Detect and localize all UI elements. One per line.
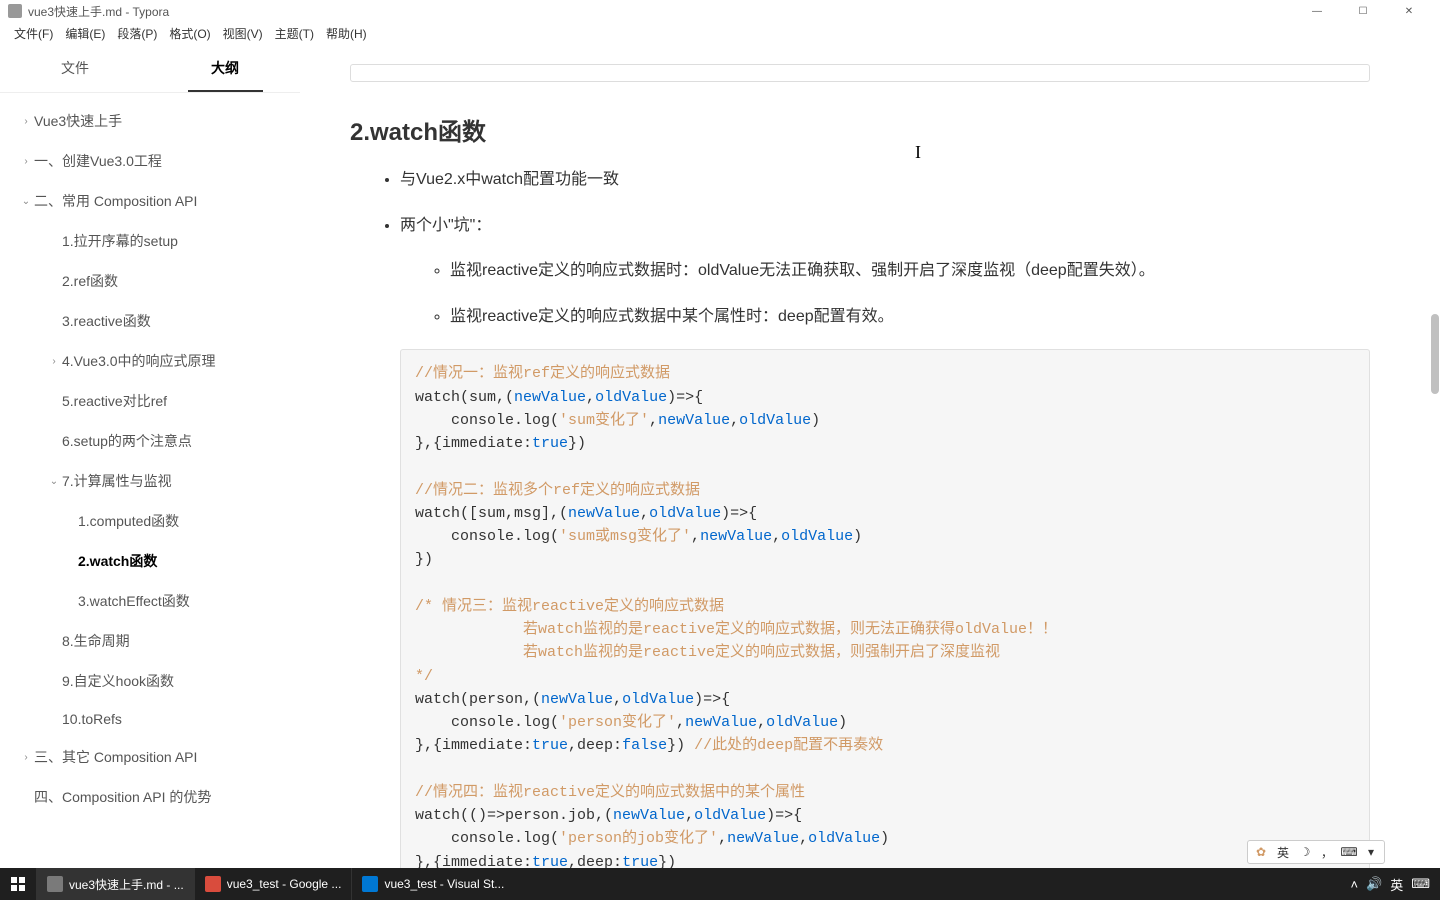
ime-keyboard-icon[interactable]: ⌨ [1340,843,1358,861]
start-button[interactable] [0,868,36,900]
tray-keyboard-icon[interactable]: ⌨ [1411,876,1430,892]
ime-lang[interactable]: 英 [1274,843,1292,861]
taskbar-item-label: vue3快速上手.md - ... [69,876,184,893]
ime-comma-icon[interactable]: ， [1318,843,1336,861]
outline-item[interactable]: 1.computed函数 [0,501,300,541]
outline-item[interactable]: ›三、其它 Composition API [0,737,300,777]
chevron-icon: ⌄ [20,196,32,207]
ime-moon-icon[interactable]: ☽ [1296,843,1314,861]
ime-toolbar[interactable]: ✿ 英 ☽ ， ⌨ ▾ [1247,840,1385,864]
menu-edit[interactable]: 编辑(E) [59,23,111,44]
app-icon [8,4,22,18]
outline-item[interactable]: 6.setup的两个注意点 [0,421,300,461]
outline-item[interactable]: 2.ref函数 [0,261,300,301]
titlebar: vue3快速上手.md - Typora — ☐ ✕ [0,0,1440,22]
chevron-icon: › [20,156,32,167]
outline-item-label: 1.拉开序幕的setup [62,231,178,251]
ime-dropdown-icon[interactable]: ▾ [1362,843,1380,861]
bullet-item: 两个小"坑"： 监视reactive定义的响应式数据时：oldValue无法正确… [400,213,1370,868]
outline-item-label: Vue3快速上手 [34,111,122,131]
outline-item-label: 8.生命周期 [62,631,130,651]
scrollbar-thumb[interactable] [1431,314,1439,394]
minimize-button[interactable]: — [1294,0,1340,22]
outline-item-label: 2.ref函数 [62,271,118,291]
outline-item[interactable]: 3.watchEffect函数 [0,581,300,621]
outline-item-label: 三、其它 Composition API [34,747,197,767]
taskbar-item-label: vue3_test - Google ... [227,877,342,891]
outline-item-label: 10.toRefs [62,711,122,727]
outline-list: ›Vue3快速上手›一、创建Vue3.0工程⌄二、常用 Composition … [0,93,300,868]
menu-paragraph[interactable]: 段落(P) [111,23,163,44]
maximize-button[interactable]: ☐ [1340,0,1386,22]
tab-files[interactable]: 文件 [0,44,150,92]
outline-item[interactable]: 8.生命周期 [0,621,300,661]
app-icon [205,876,221,892]
outline-item-label: 2.watch函数 [78,551,157,571]
tab-outline[interactable]: 大纲 [150,44,300,92]
app-icon [47,876,63,892]
app-icon [362,876,378,892]
tray-ime-icon[interactable]: 英 [1390,875,1403,894]
outline-item-label: 一、创建Vue3.0工程 [34,151,162,171]
system-tray[interactable]: ˄ 🔊 英 ⌨ [1340,875,1440,894]
sub-bullet-item: 监视reactive定义的响应式数据中某个属性时：deep配置有效。 [450,304,1370,330]
outline-item[interactable]: 四、Composition API 的优势 [0,777,300,817]
chevron-icon: › [20,752,32,763]
outline-item-label: 1.computed函数 [78,511,179,531]
chevron-icon: › [20,116,32,127]
taskbar-item[interactable]: vue3快速上手.md - ... [36,868,194,900]
taskbar: vue3快速上手.md - ... vue3_test - Google ... v… [0,868,1440,900]
outline-item[interactable]: ⌄7.计算属性与监视 [0,461,300,501]
ime-flower-icon[interactable]: ✿ [1252,843,1270,861]
outline-item-label: 6.setup的两个注意点 [62,431,192,451]
chevron-icon: ⌄ [48,476,60,487]
outline-item[interactable]: 2.watch函数 [0,541,300,581]
tray-volume-icon[interactable]: 🔊 [1366,876,1382,892]
taskbar-item[interactable]: vue3_test - Visual St... [351,868,514,900]
close-button[interactable]: ✕ [1386,0,1432,22]
menu-view[interactable]: 视图(V) [217,23,269,44]
heading-watch: 2.watch函数 [350,112,1370,147]
bullet-item: 与Vue2.x中watch配置功能一致 [400,167,1370,193]
outline-item[interactable]: ⌄二、常用 Composition API [0,181,300,221]
outline-item-label: 3.reactive函数 [62,311,151,331]
outline-item[interactable]: ›4.Vue3.0中的响应式原理 [0,341,300,381]
outline-item-label: 3.watchEffect函数 [78,591,190,611]
window-title: vue3快速上手.md - Typora [28,3,169,20]
code-block[interactable]: //情况一：监视ref定义的响应式数据 watch(sum,(newValue,… [400,349,1370,868]
outline-item-label: 二、常用 Composition API [34,191,197,211]
menubar: 文件(F) 编辑(E) 段落(P) 格式(O) 视图(V) 主题(T) 帮助(H… [0,22,1440,44]
outline-item-label: 9.自定义hook函数 [62,671,174,691]
sidebar: 文件 大纲 ›Vue3快速上手›一、创建Vue3.0工程⌄二、常用 Compos… [0,44,300,868]
outline-item[interactable]: 10.toRefs [0,701,300,737]
tray-up-icon[interactable]: ˄ [1350,877,1358,892]
sub-bullet-item: 监视reactive定义的响应式数据时：oldValue无法正确获取、强制开启了… [450,258,1370,284]
taskbar-item[interactable]: vue3_test - Google ... [194,868,352,900]
editor[interactable]: 2.watch函数 I 与Vue2.x中watch配置功能一致 两个小"坑"： … [300,44,1440,868]
outline-item[interactable]: 9.自定义hook函数 [0,661,300,701]
outline-item[interactable]: 1.拉开序幕的setup [0,221,300,261]
menu-help[interactable]: 帮助(H) [320,23,373,44]
outline-item-label: 5.reactive对比ref [62,391,167,411]
outline-item-label: 四、Composition API 的优势 [34,787,211,807]
chevron-icon: › [48,356,60,367]
outline-item[interactable]: ›Vue3快速上手 [0,101,300,141]
outline-item[interactable]: 3.reactive函数 [0,301,300,341]
outline-item[interactable]: ›一、创建Vue3.0工程 [0,141,300,181]
outline-item[interactable]: 5.reactive对比ref [0,381,300,421]
outline-item-label: 4.Vue3.0中的响应式原理 [62,351,216,371]
menu-theme[interactable]: 主题(T) [269,23,320,44]
menu-format[interactable]: 格式(O) [163,23,216,44]
outline-item-label: 7.计算属性与监视 [62,471,172,491]
taskbar-item-label: vue3_test - Visual St... [384,877,504,891]
menu-file[interactable]: 文件(F) [8,23,59,44]
code-block-collapsed [350,64,1370,82]
